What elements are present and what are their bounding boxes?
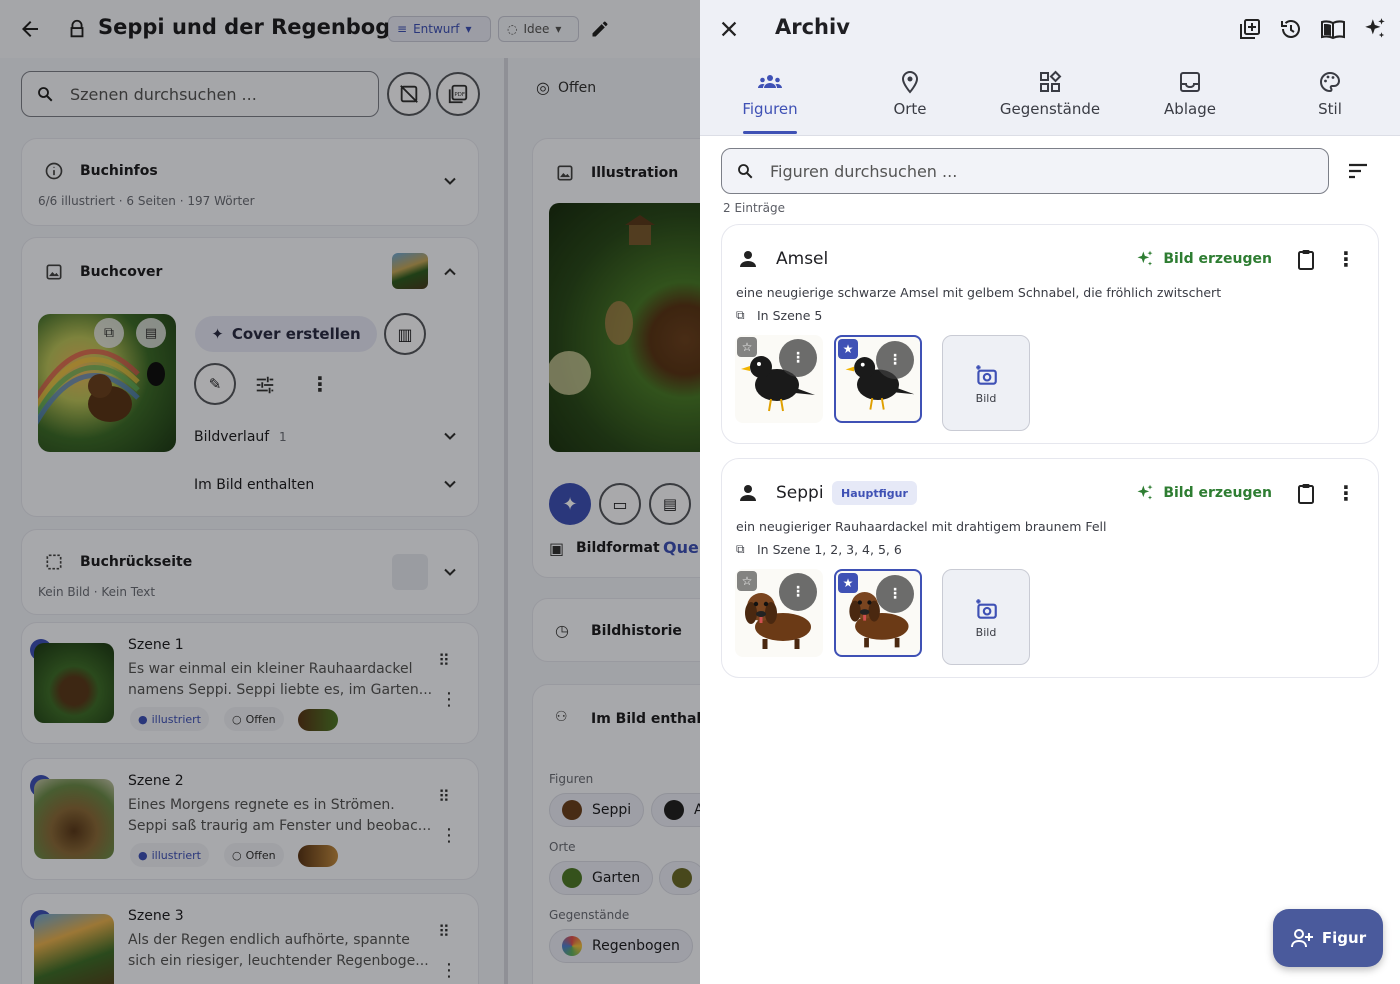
main-character-badge: Hauptfigur [832,481,917,505]
figure-name: Seppi [776,483,824,503]
person-add-icon [1290,929,1313,948]
sparkle-icon [1137,250,1153,266]
tab-active-indicator [743,131,797,134]
figure-image-tile-selected[interactable]: ★ ⋮ [834,569,922,657]
tab-label: Stil [1318,100,1342,118]
tab-gegenstaende[interactable]: Gegenstände [980,70,1120,134]
generate-image-button[interactable]: Bild erzeugen [1135,249,1272,269]
scene-refs-icon: ⧉ [736,542,745,556]
sort-icon[interactable] [1346,160,1370,182]
groups-icon [758,75,782,88]
person-icon [740,251,756,267]
add-photo-icon [976,598,997,619]
figure-scene-refs: In Szene 1, 2, 3, 4, 5, 6 [757,542,902,557]
more-vert-icon[interactable]: ⋮ [1336,247,1356,271]
image-menu-button[interactable]: ⋮ [876,341,914,379]
tab-ablage[interactable]: Ablage [1120,70,1260,134]
more-vert-icon: ⋮ [791,584,805,600]
history-icon[interactable] [1279,17,1303,41]
figure-search-placeholder: Figuren durchsuchen ... [770,161,958,181]
tab-label: Orte [893,100,927,118]
tab-figuren[interactable]: Figuren [700,70,840,134]
add-image-label: Bild [975,391,997,405]
tab-label: Ablage [1164,100,1216,118]
generate-image-button[interactable]: Bild erzeugen [1135,483,1272,503]
more-vert-icon: ⋮ [791,350,805,366]
tab-orte[interactable]: Orte [840,70,980,134]
figure-scene-refs: In Szene 5 [757,308,823,323]
entry-count: 2 Einträge [723,201,785,215]
figure-image-tile[interactable]: ☆ ⋮ [735,335,823,423]
image-menu-button[interactable]: ⋮ [876,575,914,613]
figure-image-tile[interactable]: ☆ ⋮ [735,569,823,657]
clipboard-icon[interactable] [1296,249,1316,271]
sparkle-icon[interactable] [1362,16,1388,42]
add-image-label: Bild [975,625,997,639]
tab-label: Gegenstände [999,100,1101,118]
figure-description: ein neugieriger Rauhaardackel mit drahti… [736,519,1107,534]
add-image-tile[interactable]: Bild [942,569,1030,665]
figure-search-field[interactable]: Figuren durchsuchen ... [721,148,1329,194]
drawer-title: Archiv [775,15,850,39]
widgets-icon [1040,70,1062,92]
figure-description: eine neugierige schwarze Amsel mit gelbe… [736,285,1222,300]
fab-label: Figur [1321,929,1367,947]
image-menu-button[interactable]: ⋮ [779,339,817,377]
star-outline-icon[interactable]: ☆ [737,571,757,591]
generate-image-label: Bild erzeugen [1163,251,1272,267]
archive-drawer: Archiv Figuren Orte Gegenstände Ablage S… [700,0,1400,984]
figure-card-seppi: Seppi Hauptfigur Bild erzeugen ⋮ ein neu… [721,458,1379,678]
tab-label: Figuren [742,100,798,118]
tab-stil[interactable]: Stil [1260,70,1400,134]
modal-scrim[interactable] [0,0,700,984]
figure-image-tile-selected[interactable]: ★ ⋮ [834,335,922,423]
drawer-header: Archiv Figuren Orte Gegenstände Ablage S… [700,0,1400,136]
search-icon [738,164,753,179]
sparkle-icon [1137,484,1153,500]
clipboard-icon[interactable] [1296,483,1316,505]
person-icon [740,485,756,501]
add-figure-fab[interactable]: Figur [1273,909,1383,967]
more-vert-icon: ⋮ [888,586,902,602]
scene-refs-icon: ⧉ [736,308,745,322]
add-image-tile[interactable]: Bild [942,335,1030,431]
inbox-icon [1180,72,1200,92]
location-pin-icon [901,70,919,94]
figure-card-amsel: Amsel Bild erzeugen ⋮ eine neugierige sc… [721,224,1379,444]
image-menu-button[interactable]: ⋮ [779,573,817,611]
more-vert-icon: ⋮ [888,352,902,368]
star-filled-icon[interactable]: ★ [838,573,858,593]
close-icon[interactable] [718,18,740,40]
star-filled-icon[interactable]: ★ [838,339,858,359]
palette-icon [1320,71,1341,93]
add-to-library-icon[interactable] [1238,17,1262,41]
generate-image-label: Bild erzeugen [1163,485,1272,501]
more-vert-icon[interactable]: ⋮ [1336,481,1356,505]
book-open-icon[interactable] [1320,17,1346,41]
figure-name: Amsel [776,249,829,269]
star-outline-icon[interactable]: ☆ [737,337,757,357]
add-photo-icon [976,364,997,385]
